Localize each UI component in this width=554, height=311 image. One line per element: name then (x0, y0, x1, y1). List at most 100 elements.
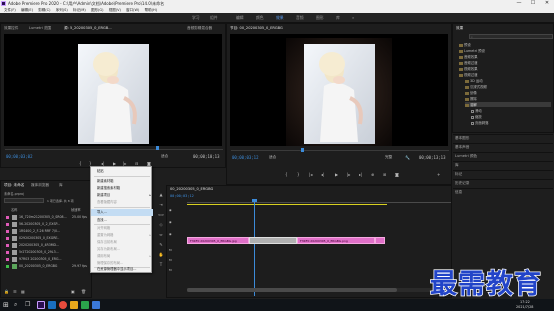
effects-item-immersive-video[interactable]: 沉浸式视频 (465, 84, 487, 89)
panel-markers[interactable]: 标记 (453, 170, 553, 178)
workspace-libraries[interactable]: 库 (336, 15, 340, 21)
trash-icon[interactable]: 🗑 (81, 289, 86, 294)
context-item-save-new-layout[interactable]: 另存为新布局... (91, 246, 153, 253)
project-row[interactable]: 00_20200305_0_ERGBG 29.97 fps (2, 263, 91, 270)
program-play-icon[interactable]: ▶ (335, 172, 338, 177)
source-playhead[interactable] (156, 146, 159, 150)
tab-audio-clip-mixer[interactable]: 音频剪辑混合器 (187, 26, 212, 31)
project-column-name[interactable]: 名称 (11, 207, 17, 212)
workspace-graphics[interactable]: 图形 (316, 15, 324, 21)
task-view-icon[interactable]: ❐ (25, 301, 33, 309)
taskbar-clock-date[interactable]: 2021/7/28 (516, 305, 533, 309)
context-item-new-bin[interactable]: 新建素材箱 (91, 178, 153, 185)
panel-history[interactable]: 历史记录 (453, 179, 553, 187)
panel-lumetri-color[interactable]: Lumetri 颜色 (453, 152, 553, 160)
context-item-paste[interactable]: 粘贴 (91, 168, 153, 175)
selection-tool-icon[interactable]: ▲ (158, 192, 164, 198)
effects-item-audio-transitions[interactable]: 音频过渡 (459, 60, 478, 65)
context-item-reset-to-grid[interactable]: 重置为网格 ▸ (91, 232, 153, 239)
timeline-scroll-thumb[interactable] (187, 288, 397, 292)
project-row[interactable]: 5r2T20200305_0_29L3... (2, 249, 91, 256)
mute-icon[interactable]: M (169, 268, 172, 272)
project-row[interactable]: 16_720m21200305_0_SR08... 25.00 fps (2, 214, 91, 221)
slip-tool-icon[interactable]: ⇔ (158, 232, 164, 238)
eye-icon[interactable]: ◉ (169, 232, 172, 236)
source-time-ruler[interactable] (5, 149, 223, 150)
context-item-new-item[interactable]: 新建项目 ▸ (91, 192, 153, 199)
workspace-effects[interactable]: 效果 (276, 15, 284, 21)
app-taskbar-icon[interactable] (92, 301, 100, 309)
pen-tool-icon[interactable]: ✎ (158, 242, 164, 248)
program-extract-icon[interactable]: ⊞ (383, 172, 386, 177)
context-item-import[interactable]: 导入... (91, 209, 153, 216)
effects-item-iris[interactable]: 划像 (465, 90, 477, 95)
workspace-learn[interactable]: 学习 (192, 15, 200, 21)
effects-item-zoom[interactable]: 缩放 (471, 114, 482, 119)
program-playhead[interactable] (301, 148, 304, 152)
source-timecode-in[interactable]: 00;00;03;02 (6, 154, 33, 159)
panel-libraries[interactable]: 库 (453, 161, 553, 169)
context-item-find[interactable]: 查找... (91, 217, 153, 224)
timeline-clip[interactable]: F3RF0 20200305_0_ERGBG.png (297, 237, 375, 244)
workspace-more-icon[interactable]: » (352, 15, 354, 20)
timeline-clip[interactable] (375, 237, 385, 244)
program-go-out-icon[interactable]: ▸| (359, 172, 362, 177)
source-mark-in-icon[interactable]: { (79, 161, 82, 166)
tab-timeline-sequence[interactable]: 00_20200305_0_ERGBG (170, 187, 213, 191)
effects-item-slide[interactable]: 滑动 (471, 108, 482, 113)
timeline-clip[interactable]: F3RF0 20200305_0_ERGBG.jpg (187, 237, 249, 244)
effects-item-3d-motion[interactable]: 3D 运动 (465, 78, 483, 83)
project-row[interactable]: 02920200305_0_EXGRE.. (2, 235, 91, 242)
project-row[interactable]: 97R03 20200305_0_ERG... (2, 256, 91, 263)
project-column-framerate[interactable]: 帧速率 (71, 207, 81, 212)
lock-icon[interactable]: 🔒 (4, 289, 9, 294)
project-search-input[interactable] (4, 198, 44, 203)
tab-project[interactable]: 项目: 未命名 (4, 183, 24, 188)
timeline-zoom-scrollbar[interactable] (187, 288, 451, 292)
source-viewer[interactable] (4, 34, 222, 146)
eye-icon[interactable]: ◉ (169, 208, 172, 212)
panel-info[interactable]: 信息 (453, 188, 553, 196)
icon-view-icon[interactable]: ▦ (21, 289, 25, 294)
new-item-icon[interactable]: ▣ (71, 289, 75, 294)
effects-item-wipe[interactable]: 擦除 (465, 96, 477, 101)
panel-essential-graphics[interactable]: 基本图形 (453, 134, 553, 142)
windows-start-icon[interactable]: ⊞ (3, 301, 11, 309)
project-row[interactable]: 1RS400_2_F-26 RRF 7/0... (2, 228, 91, 235)
program-mark-in-icon[interactable]: { (285, 172, 288, 177)
effects-item-lumetri-presets[interactable]: Lumetri 预设 (459, 48, 485, 53)
close-button[interactable]: ✕ (540, 0, 554, 7)
tab-libraries[interactable]: 库 (59, 183, 63, 188)
tab-source[interactable]: 源: 5_20200305_0_ERGB... (64, 26, 112, 31)
program-lift-icon[interactable]: ⊕ (371, 172, 374, 177)
eye-icon[interactable]: ◉ (169, 220, 172, 224)
timeline-transition[interactable] (249, 237, 297, 244)
type-tool-icon[interactable]: T (158, 262, 164, 268)
program-mark-out-icon[interactable]: } (297, 172, 300, 177)
timeline-ruler[interactable] (187, 202, 451, 203)
context-item-align-to-grid[interactable]: 对齐网格 (91, 225, 153, 232)
context-item-save-layout[interactable]: 保存当前布局 (91, 239, 153, 246)
effects-item-presets[interactable]: 预设 (459, 42, 471, 47)
mute-icon[interactable]: M (169, 248, 172, 252)
tab-media-browser[interactable]: 媒体浏览器 (31, 183, 49, 188)
source-fit-dropdown[interactable]: 适合 (161, 154, 168, 159)
program-go-in-icon[interactable]: |◂ (309, 172, 312, 177)
program-viewer[interactable] (230, 34, 448, 146)
timeline-timecode[interactable]: 00;00;03;12 (170, 194, 194, 198)
mute-icon[interactable]: M (169, 258, 172, 262)
program-quality-dropdown[interactable]: 完整 (385, 155, 392, 160)
program-timecode-in[interactable]: 00;00;03;12 (232, 155, 259, 160)
timeline-playhead-handle[interactable] (252, 199, 257, 202)
wechat-taskbar-icon[interactable] (81, 301, 89, 309)
effects-search-input[interactable]: ⌕ (469, 34, 553, 39)
workspace-color[interactable]: 颜色 (256, 15, 264, 21)
maximize-button[interactable]: ☐ (526, 0, 540, 7)
effects-item-audio-effects[interactable]: 音频效果 (459, 54, 478, 59)
razor-tool-icon[interactable]: ◇ (158, 222, 164, 228)
effects-item-video-transitions[interactable]: 视频过渡 (459, 72, 478, 77)
ripple-edit-tool-icon[interactable]: ⟺ (158, 212, 164, 218)
context-item-recall-layout[interactable]: 调用布局 ▸ (91, 253, 153, 260)
workspace-editing[interactable]: 编辑 (236, 15, 244, 21)
tab-program[interactable]: 节目: 00_20200305_0_ERGBG (230, 26, 283, 31)
